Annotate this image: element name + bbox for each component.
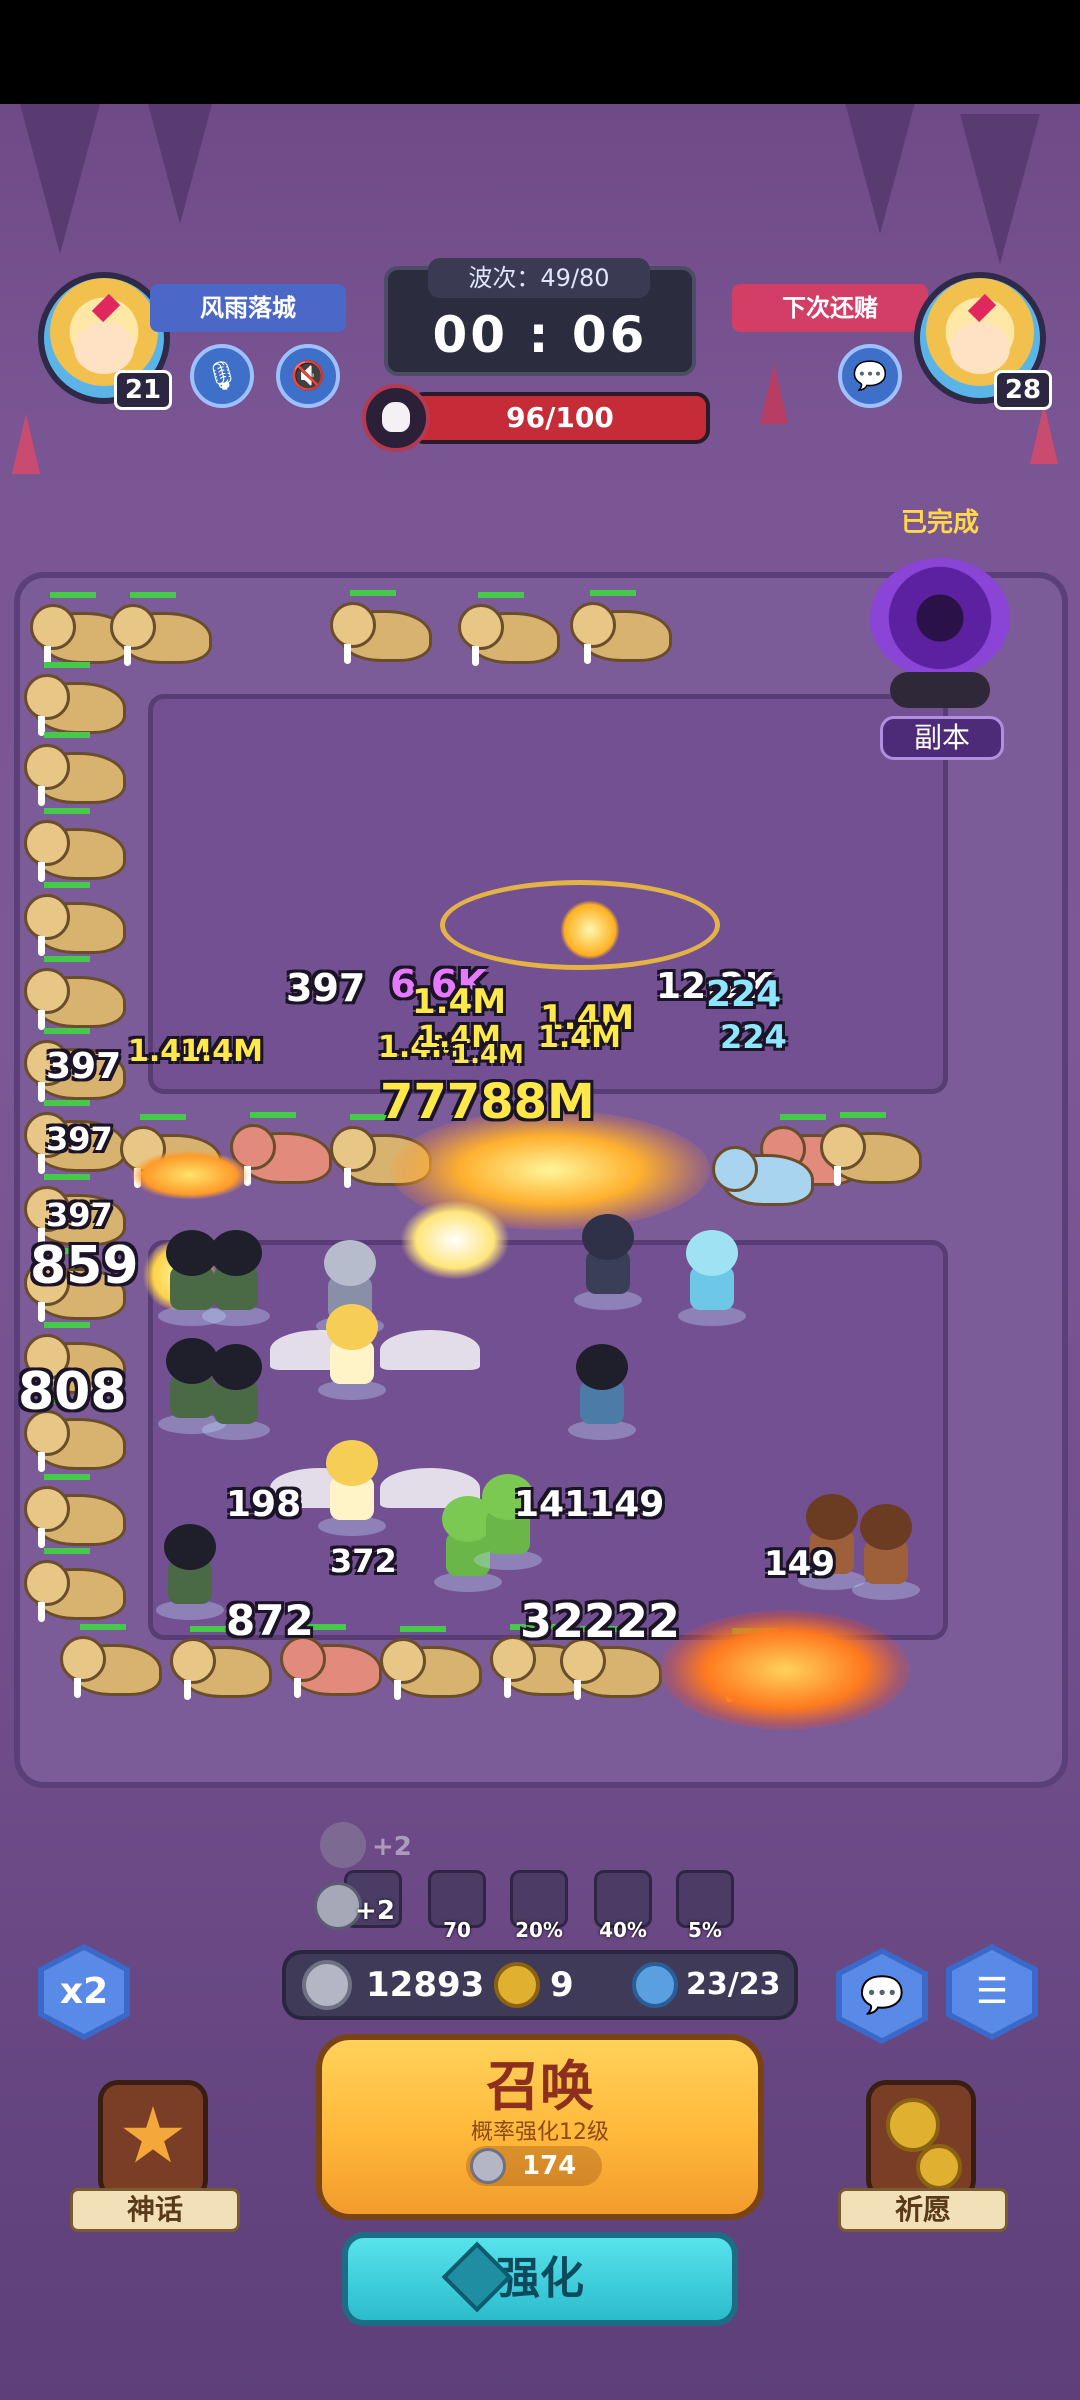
unit-count: 23/23 <box>686 1967 781 2002</box>
damage-number: 372 <box>330 1542 397 1580</box>
sabertooth-enemy <box>820 1112 930 1190</box>
damage-number: 397 <box>46 1196 113 1234</box>
damage-number: 224 <box>720 1018 787 1056</box>
stat-power-value: 20% <box>515 1918 563 1942</box>
silver-coin-icon <box>302 1960 352 2010</box>
damage-number: 1.4M <box>412 982 507 1022</box>
myth-label: 神话 <box>70 2188 240 2232</box>
stalactite <box>140 104 220 224</box>
damage-number: 397 <box>46 1120 113 1158</box>
clover-amount: 9 <box>550 1965 574 2005</box>
left-player-name: 风雨落城 <box>150 284 346 332</box>
light-burst-effect <box>560 900 620 960</box>
chat-icon: 💬 <box>842 1954 922 2038</box>
damage-number: 808 <box>18 1362 127 1422</box>
hero-reaper[interactable] <box>150 1520 230 1620</box>
wave-counter: 波次：49/80 <box>428 258 650 298</box>
status-bar <box>0 0 1080 104</box>
spark-effect <box>130 1150 250 1200</box>
ice-enemy <box>712 1140 822 1212</box>
stalactite <box>840 104 920 234</box>
sabertooth-enemy <box>380 1626 490 1704</box>
damage-number: 859 <box>30 1236 139 1296</box>
crystal <box>760 364 788 424</box>
hero-ice-dragon[interactable] <box>672 1226 752 1326</box>
stat-critical-value: 70 <box>443 1918 471 1942</box>
sabertooth-enemy <box>110 592 220 670</box>
damage-number: 224 <box>706 974 782 1015</box>
wish-label: 祈愿 <box>838 2188 1008 2232</box>
coin-gain-popup: +2 <box>372 1832 412 1862</box>
upgrade-button[interactable]: 强化 <box>342 2232 738 2326</box>
right-player-name: 下次还赌 <box>732 284 928 332</box>
menu-icon: ☰ <box>952 1950 1032 2034</box>
hero-angel[interactable] <box>312 1300 392 1400</box>
boss-hp-bar: 96/100 <box>410 392 710 444</box>
damage-number: 1.4M <box>452 1040 524 1070</box>
stalactite <box>960 114 1040 264</box>
sabertooth-enemy <box>24 808 134 886</box>
stat-attack-value: +2 <box>355 1896 395 1926</box>
damage-number: 149 <box>764 1544 835 1584</box>
portal-status: 已完成 <box>900 508 979 538</box>
sabertooth-enemy <box>24 1548 134 1626</box>
angel-wing <box>380 1330 480 1370</box>
clover-coin-icon <box>494 1962 540 2008</box>
fire-effect <box>660 1610 910 1730</box>
damage-number: 872 <box>226 1596 314 1645</box>
sabertooth-enemy <box>24 956 134 1034</box>
damage-number: 397 <box>46 1046 122 1087</box>
mic-muted-icon[interactable]: 🎙 <box>190 344 254 408</box>
right-player-level: 28 <box>994 370 1052 410</box>
clover-coin-icon <box>916 2144 962 2190</box>
sabertooth-enemy <box>24 732 134 810</box>
sabertooth-enemy <box>24 662 134 740</box>
chat-bubble-icon[interactable]: 💬 <box>838 344 902 408</box>
dungeon-portal-icon[interactable] <box>870 558 1010 678</box>
dungeon-button[interactable]: 副本 <box>880 716 1004 760</box>
hit-effect <box>400 1200 510 1280</box>
sabertooth-enemy <box>330 590 440 668</box>
sabertooth-enemy <box>458 592 568 670</box>
damage-number: 397 <box>286 966 366 1010</box>
silver-coin-icon <box>470 2148 506 2184</box>
left-player-level: 21 <box>114 370 172 410</box>
sabertooth-enemy <box>60 1624 170 1702</box>
damage-number: 1.4M <box>180 1034 263 1069</box>
hero-angel[interactable] <box>312 1436 392 1536</box>
speed-x2-label: x2 <box>44 1950 124 2034</box>
boss-skull-icon <box>362 384 430 452</box>
hero-penguin[interactable] <box>568 1210 648 1310</box>
unit-count-icon <box>632 1962 678 2008</box>
damage-number: 141149 <box>514 1484 665 1525</box>
sabertooth-enemy <box>570 590 680 668</box>
hero-soldier[interactable] <box>562 1340 642 1440</box>
silver-coin-icon <box>320 1822 366 1868</box>
summon-subtitle: 概率强化12级 <box>471 2120 609 2145</box>
countdown-timer: 00 : 06 <box>432 306 648 364</box>
summon-title: 召唤 <box>486 2055 594 2118</box>
damage-number: 198 <box>226 1484 302 1525</box>
hero-ninja[interactable] <box>196 1340 276 1440</box>
hero-caveman[interactable] <box>846 1500 926 1600</box>
damage-number-big: 77788M <box>380 1074 595 1130</box>
portal-base <box>890 672 990 708</box>
crystal <box>12 414 40 474</box>
sabertooth-enemy <box>24 1474 134 1552</box>
crystal <box>1030 404 1058 464</box>
sabertooth-enemy <box>24 882 134 960</box>
stat-cooldown-value: 5% <box>688 1918 722 1942</box>
stalactite <box>20 104 100 254</box>
damage-number: 1.4M <box>538 1020 621 1055</box>
voice-muted-icon[interactable]: 🔇 <box>276 344 340 408</box>
hero-ninja[interactable] <box>196 1226 276 1326</box>
wish-button[interactable]: 祈愿 <box>838 2080 1008 2232</box>
stat-speed-value: 40% <box>599 1918 647 1942</box>
damage-number: 32222 <box>520 1594 681 1648</box>
myth-button[interactable]: 神话 <box>70 2080 240 2232</box>
silver-amount: 12893 <box>366 1965 485 2005</box>
